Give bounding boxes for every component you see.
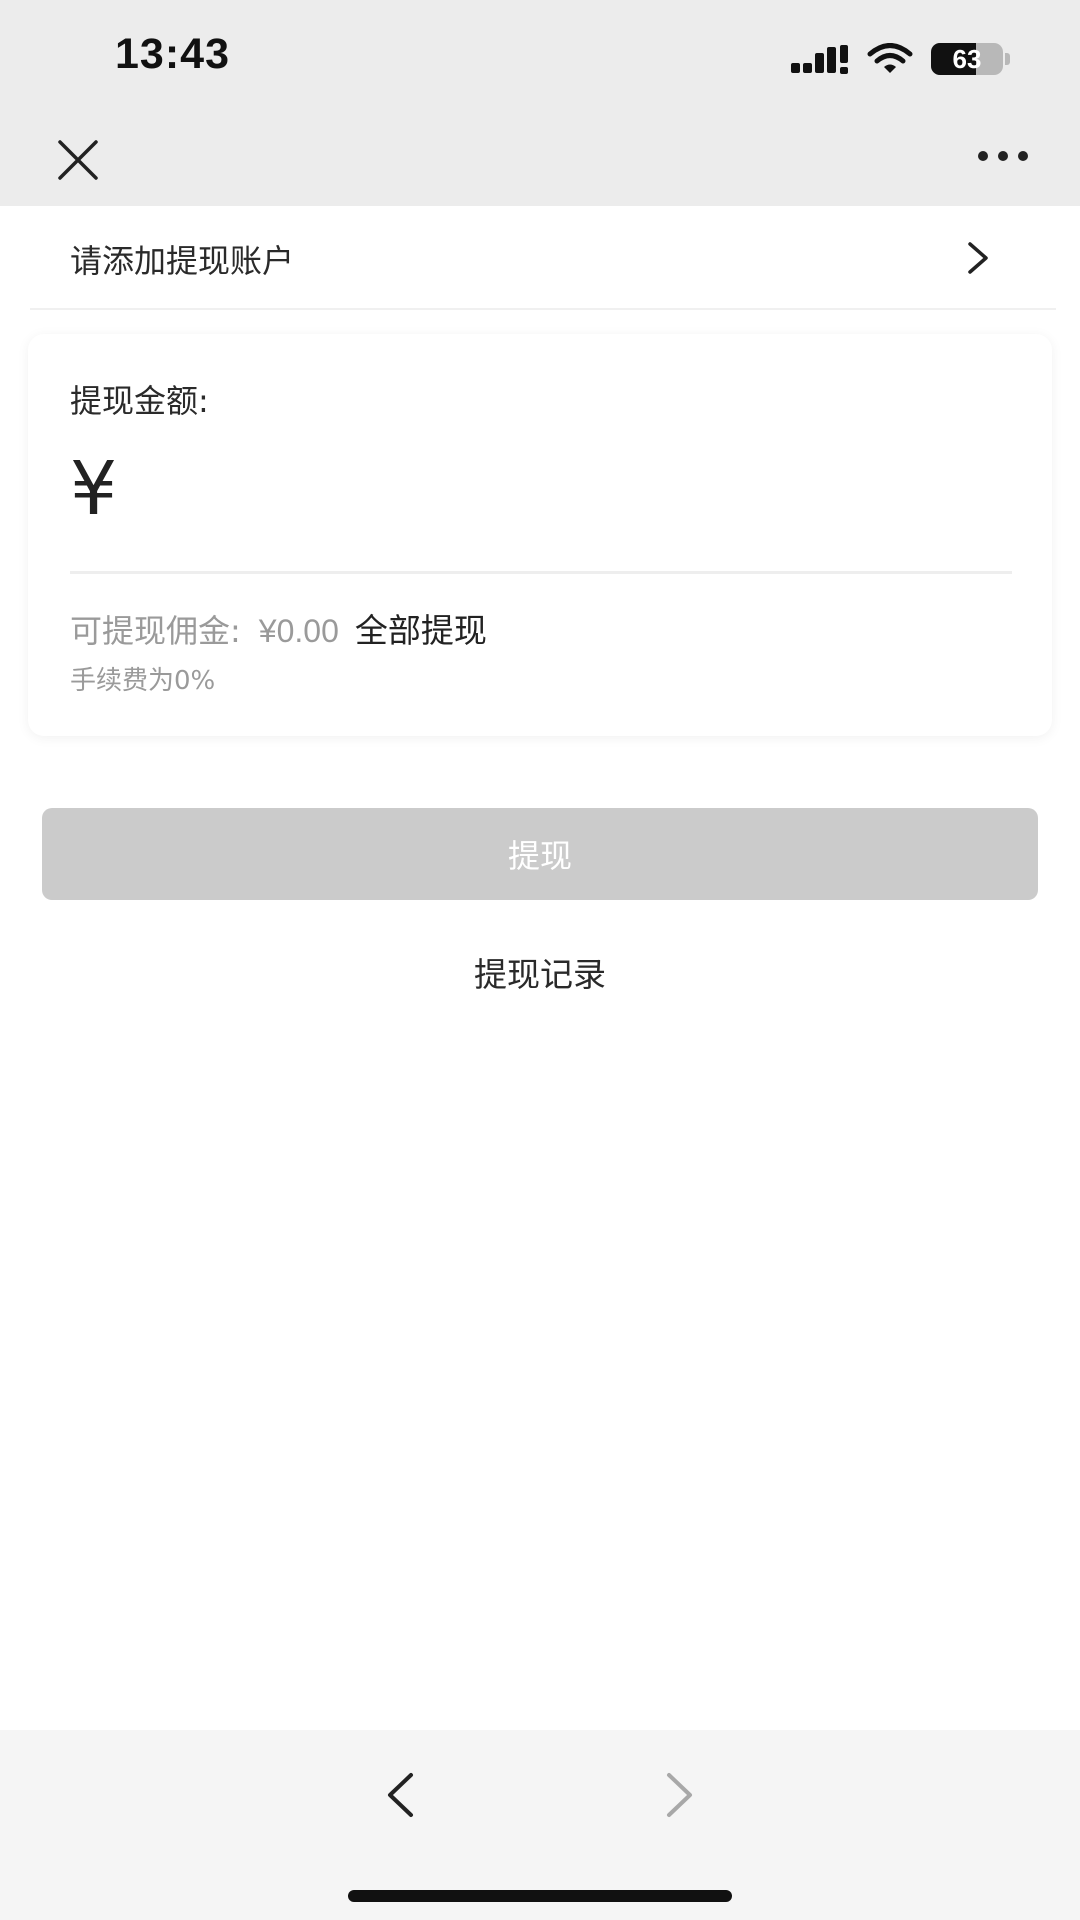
more-button[interactable] [970, 136, 1036, 176]
signal-icon [791, 45, 848, 74]
withdraw-button[interactable]: 提现 [42, 808, 1038, 900]
available-value: ¥0.00 [258, 613, 339, 649]
fee-note: 手续费为0% [70, 666, 216, 696]
home-indicator[interactable] [348, 1890, 732, 1902]
forward-button[interactable] [650, 1760, 710, 1830]
status-icons: 63 [791, 42, 1010, 76]
close-icon [58, 140, 98, 180]
close-button[interactable] [50, 132, 106, 188]
amount-divider [70, 571, 1012, 574]
wifi-icon [867, 43, 913, 73]
battery-icon: 63 [931, 43, 1003, 75]
withdraw-all-button[interactable]: 全部提现 [355, 604, 487, 652]
battery-percent: 63 [952, 43, 982, 74]
status-time: 13:43 [115, 30, 230, 78]
top-bar: 13:43 63 [0, 0, 1080, 206]
available-label: 可提现佣金: [70, 612, 241, 650]
amount-title: 提现金额: [70, 382, 209, 420]
withdraw-history-link[interactable]: 提现记录 [0, 948, 1080, 996]
chevron-right-icon [667, 1773, 692, 1817]
bottom-toolbar [0, 1730, 1080, 1920]
add-account-row[interactable]: 请添加提现账户 [30, 206, 1056, 310]
currency-symbol: ¥ [70, 446, 118, 532]
battery-nub [1005, 53, 1010, 65]
chevron-left-icon [388, 1773, 413, 1817]
chevron-right-icon [968, 242, 988, 274]
add-account-label: 请添加提现账户 [70, 242, 295, 280]
available-commission-line: 可提现佣金: ¥0.00 全部提现 [70, 604, 487, 652]
more-horizontal-icon [978, 151, 1028, 161]
back-button[interactable] [370, 1760, 430, 1830]
withdraw-card: 提现金额: ¥ 可提现佣金: ¥0.00 全部提现 手续费为0% [28, 334, 1052, 736]
amount-input[interactable] [148, 454, 1008, 534]
